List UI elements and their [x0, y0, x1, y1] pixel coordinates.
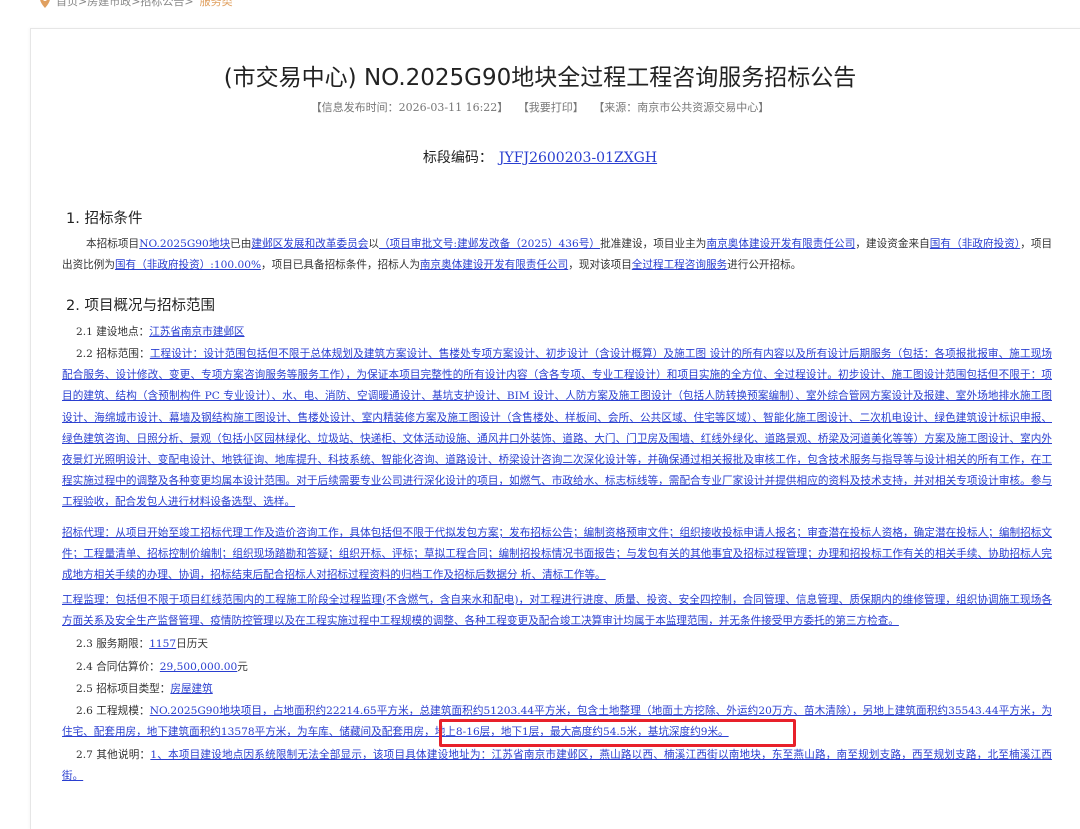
price-value[interactable]: 29,500,000.00 [160, 661, 238, 673]
highlight-box [439, 719, 796, 747]
scope-design: 2.2 招标范围：工程设计：设计范围包括但不限于总体规划及建筑方案设计、售楼处专… [62, 344, 1052, 514]
scope-supervision: 工程监理：包括但不限于项目红线范围内的工程施工阶段全过程监理(不含燃气，含自来水… [62, 590, 1052, 632]
location-pin-icon [40, 0, 50, 8]
period-value[interactable]: 1157 [149, 638, 176, 650]
location-row: 2.1 建设地点：江苏省南京市建邺区 [76, 324, 245, 339]
period-row: 2.3 服务期限：1157日历天 [76, 636, 208, 651]
period-label: 2.3 服务期限： [76, 638, 150, 650]
section1-heading: 1. 招标条件 [66, 211, 143, 227]
type-row: 2.5 招标项目类型：房屋建筑 [76, 681, 213, 696]
type-label: 2.5 招标项目类型： [76, 683, 171, 695]
scope-supervision-text[interactable]: 工程监理：包括但不限于项目红线范围内的工程施工阶段全过程监理(不含燃气，含自来水… [62, 594, 1052, 627]
text-span: ，建设资金来自 [855, 238, 930, 250]
fund-source-link[interactable]: 国有（非政府投资） [930, 238, 1020, 250]
text-span: 进行公开招标。 [727, 259, 802, 272]
tenderer-link[interactable]: 南京奥体建设开发有限责任公司 [420, 259, 568, 271]
meta-info: 【信息发布时间：2026-03-11 16:22】 【我要打印】 【来源：南京市… [0, 99, 1080, 115]
price-label: 2.4 合同估算价： [76, 661, 160, 673]
text-span: ，现对该项目 [568, 259, 632, 272]
price-row: 2.4 合同估算价：29,500,000.00元 [76, 659, 248, 674]
breadcrumb: 首页>房建市政>招标公告> 服务类 [40, 0, 233, 10]
type-value[interactable]: 房屋建筑 [170, 683, 212, 695]
approver-link[interactable]: 建邺区发展和改革委员会 [251, 238, 368, 250]
scope-label: 2.2 招标范围： [76, 348, 150, 360]
text-span: ，项目已具备招标条件，招标人为 [261, 259, 420, 272]
period-unit: 日历天 [176, 638, 208, 650]
text-span: 本招标项目 [86, 238, 140, 250]
bid-code-label: 标段编码： [422, 150, 493, 166]
publish-time: 【信息发布时间：2026-03-11 16:22】 [310, 101, 509, 114]
other-label: 2.7 其他说明： [76, 749, 151, 761]
approval-number-link[interactable]: （项目审批文号:建邺发改备（2025）436号） [379, 238, 600, 250]
text-span: 已由 [230, 238, 252, 250]
price-unit: 元 [237, 661, 248, 673]
source-info: 【来源：南京市公共资源交易中心】 [593, 101, 770, 114]
breadcrumb-current: 服务类 [199, 0, 233, 8]
project-name-link[interactable]: NO.2025G90地块 [139, 238, 230, 250]
fund-ratio-link[interactable]: 国有（非政府投资）:100.00% [115, 259, 261, 271]
service-link[interactable]: 全过程工程咨询服务 [632, 259, 727, 271]
section2-heading: 2. 项目概况与招标范围 [66, 298, 215, 314]
scope-design-text[interactable]: 工程设计：设计范围包括但不限于总体规划及建筑方案设计、售楼处专项方案设计、初步设… [62, 348, 1052, 508]
page-title: (市交易中心) NO.2025G90地块全过程工程咨询服务招标公告 [223, 65, 857, 91]
scope-agency-text[interactable]: 招标代理：从项目开始至竣工招标代理工作及造价咨询工作，具体包括但不限于代拟发包方… [62, 527, 1052, 581]
location-value[interactable]: 江苏省南京市建邺区 [149, 326, 244, 338]
other-value[interactable]: 1、本项目建设地点因系统限制无法全部显示，该项目具体建设地址为：江苏省南京市建邺… [62, 749, 1052, 782]
print-link[interactable]: 【我要打印】 [518, 101, 584, 114]
text-span: 以 [368, 238, 380, 250]
other-row: 2.7 其他说明：1、本项目建设地点因系统限制无法全部显示，该项目具体建设地址为… [62, 745, 1052, 787]
section1-paragraph: 本招标项目NO.2025G90地块已由建邺区发展和改革委员会以（项目审批文号:建… [62, 234, 1052, 276]
bid-code-value[interactable]: JYFJ2600203-01ZXGH [499, 150, 657, 166]
bid-code: 标段编码： JYFJ2600203-01ZXGH [0, 147, 1080, 167]
owner-link[interactable]: 南京奥体建设开发有限责任公司 [706, 238, 855, 250]
scope-agency: 招标代理：从项目开始至竣工招标代理工作及造价咨询工作，具体包括但不限于代拟发包方… [62, 523, 1052, 587]
location-label: 2.1 建设地点： [76, 326, 150, 338]
scale-label: 2.6 工程规模： [76, 705, 150, 717]
breadcrumb-path[interactable]: 首页>房建市政>招标公告> [56, 0, 194, 9]
text-span: 批准建设，项目业主为 [600, 238, 707, 250]
